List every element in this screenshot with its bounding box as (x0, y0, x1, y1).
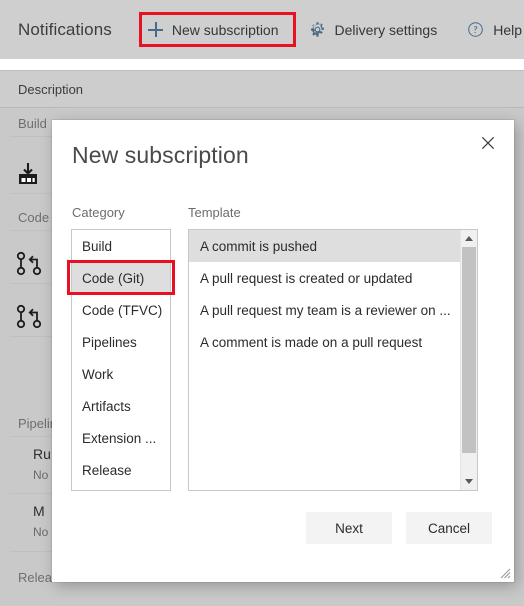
pull-request-icon (14, 250, 44, 278)
cancel-button[interactable]: Cancel (406, 512, 492, 544)
delivery-settings-label: Delivery settings (334, 21, 438, 38)
help-button[interactable]: Help (463, 13, 524, 47)
scrollbar-thumb[interactable] (462, 247, 476, 453)
category-item-code-tfvc[interactable]: Code (TFVC) (72, 294, 170, 326)
scroll-up-icon[interactable] (461, 230, 477, 247)
list-item-subtitle: No (33, 525, 49, 539)
screen-root: Notifications New subscription Delivery … (0, 0, 524, 606)
template-item-comment-on-pr[interactable]: A comment is made on a pull request (189, 326, 460, 358)
help-circle-icon (467, 21, 484, 38)
new-subscription-button[interactable]: New subscription (144, 13, 283, 47)
category-item-artifacts[interactable]: Artifacts (72, 390, 170, 422)
page-title: Notifications (18, 19, 112, 39)
group-label-code: Code (18, 210, 50, 225)
pull-request-icon (14, 303, 44, 331)
page-toolbar: Notifications New subscription Delivery … (0, 0, 524, 59)
description-column-header: Description (0, 70, 524, 108)
template-list[interactable]: A commit is pushed A pull request is cre… (188, 229, 478, 491)
dialog-title: New subscription (72, 142, 249, 168)
category-item-extension[interactable]: Extension ... (72, 422, 170, 454)
build-icon (14, 160, 42, 188)
template-scrollbar[interactable] (460, 230, 477, 490)
description-column-label: Description (18, 81, 84, 97)
template-label: Template (188, 205, 241, 220)
template-item-pr-team-reviewer[interactable]: A pull request my team is a reviewer on … (189, 294, 460, 326)
new-subscription-label: New subscription (171, 21, 279, 38)
scrollbar-track[interactable] (461, 247, 477, 473)
dialog-footer: Next Cancel (306, 512, 492, 544)
list-item: M (33, 503, 45, 519)
list-item-subtitle: No (33, 468, 49, 482)
scroll-down-icon[interactable] (461, 473, 477, 490)
category-item-code-git[interactable]: Code (Git) (72, 262, 170, 294)
list-item: Ru (33, 446, 51, 462)
category-item-release[interactable]: Release (72, 454, 170, 486)
gear-icon (309, 21, 326, 38)
category-label: Category (72, 205, 125, 220)
category-item-work[interactable]: Work (72, 358, 170, 390)
group-label-build: Build (18, 116, 47, 131)
template-item-commit-pushed[interactable]: A commit is pushed (189, 230, 460, 262)
resize-grip-icon[interactable] (498, 566, 511, 579)
template-item-pr-created[interactable]: A pull request is created or updated (189, 262, 460, 294)
delivery-settings-button[interactable]: Delivery settings (305, 13, 442, 47)
help-label: Help (493, 21, 523, 38)
template-list-items: A commit is pushed A pull request is cre… (189, 230, 460, 490)
close-icon[interactable] (472, 128, 504, 158)
next-button[interactable]: Next (306, 512, 392, 544)
new-subscription-dialog: New subscription Category Template Build… (52, 120, 514, 582)
category-list[interactable]: Build Code (Git) Code (TFVC) Pipelines W… (71, 229, 171, 491)
category-item-build[interactable]: Build (72, 230, 170, 262)
plus-icon (147, 22, 163, 37)
category-item-pipelines[interactable]: Pipelines (72, 326, 170, 358)
dialog-body: Category Template Build Code (Git) Code … (52, 196, 514, 582)
